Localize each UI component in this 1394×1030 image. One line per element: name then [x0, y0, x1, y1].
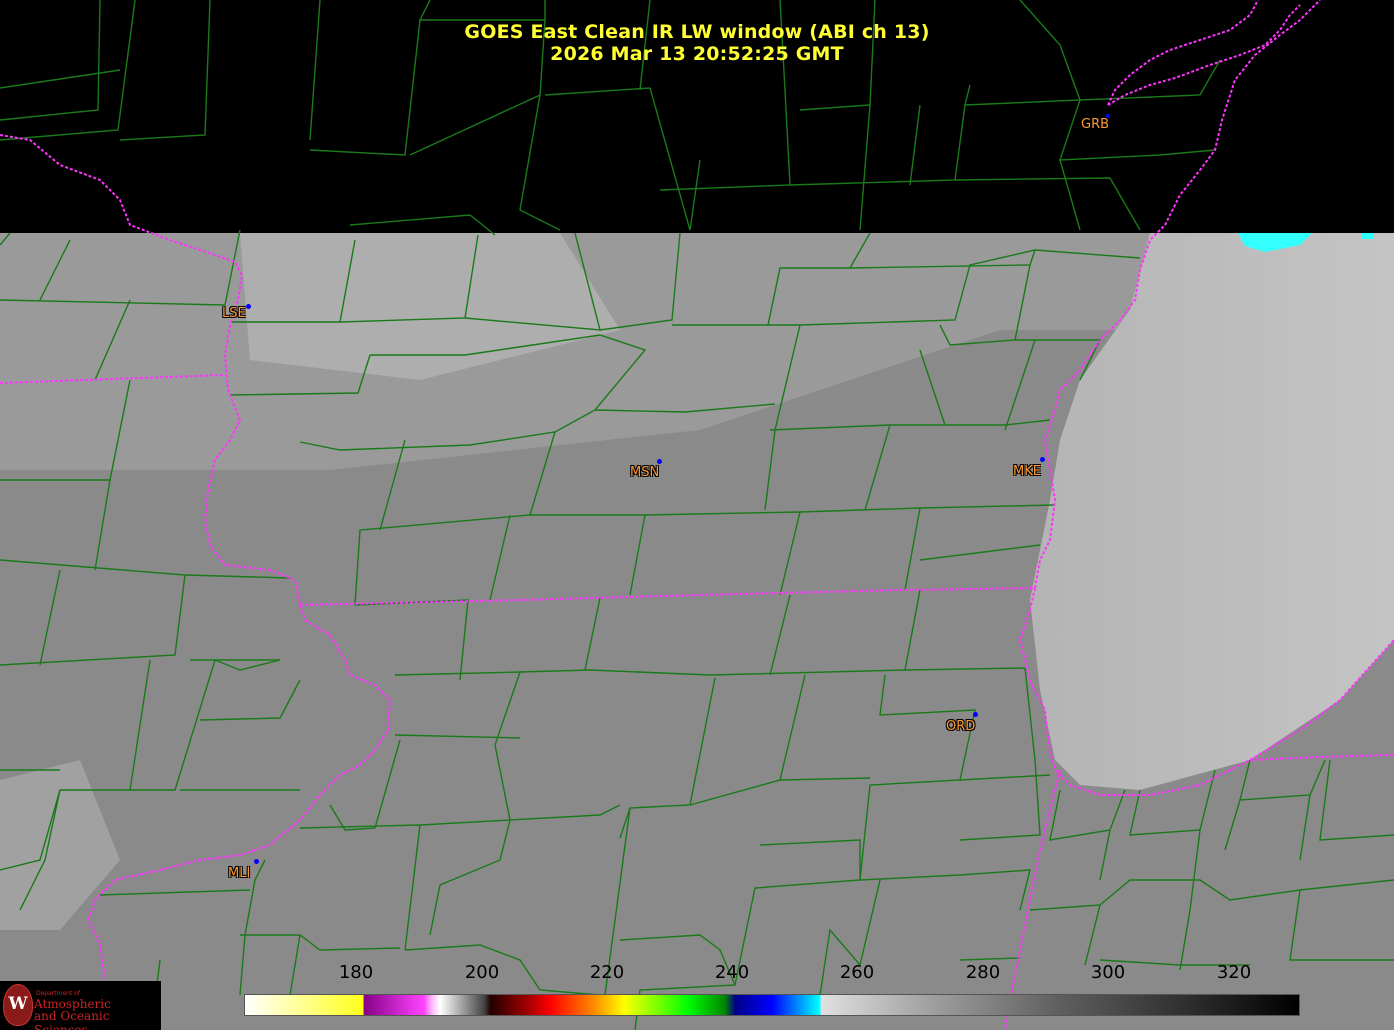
- colorbar-tick: 200: [464, 962, 500, 983]
- station-marker-mli: [254, 859, 259, 864]
- cold-cloud-tops: [1362, 233, 1374, 239]
- colorbar-tick: 260: [839, 962, 875, 983]
- logo-line-oceanic: and Oceanic Sciences: [34, 1009, 110, 1030]
- aos-logo: W Department of Atmospheric and Oceanic …: [0, 981, 161, 1030]
- colorbar-tick: 300: [1090, 962, 1126, 983]
- station-marker-mke: [1040, 457, 1045, 462]
- station-label-lse: LSE: [222, 306, 246, 321]
- colorbar-tick: 320: [1216, 962, 1252, 983]
- station-label-mke: MKE: [1013, 464, 1041, 479]
- product-title: GOES East Clean IR LW window (ABI ch 13): [464, 21, 930, 43]
- station-marker-msn: [657, 459, 662, 464]
- station-marker-ord: [973, 712, 978, 717]
- colorbar-tick: 180: [338, 962, 374, 983]
- station-label-ord: ORD: [946, 719, 976, 734]
- station-label-grb: GRB: [1081, 117, 1110, 132]
- colorbar-tick: 240: [714, 962, 750, 983]
- station-label-mli: MLI: [228, 866, 251, 881]
- station-label-msn: MSN: [630, 465, 660, 480]
- colorbar-tick: 280: [965, 962, 1001, 983]
- colorbar-tick: 220: [589, 962, 625, 983]
- ir-map: [0, 0, 1394, 1030]
- brightness-temperature-colorbar: [244, 994, 1300, 1016]
- logo-dept-text: Department of: [36, 990, 80, 997]
- uw-crest-icon: W: [3, 984, 33, 1026]
- station-marker-lse: [246, 304, 251, 309]
- satellite-image-viewer: GOES East Clean IR LW window (ABI ch 13)…: [0, 0, 1394, 1030]
- timestamp: 2026 Mar 13 20:52:25 GMT: [550, 43, 844, 65]
